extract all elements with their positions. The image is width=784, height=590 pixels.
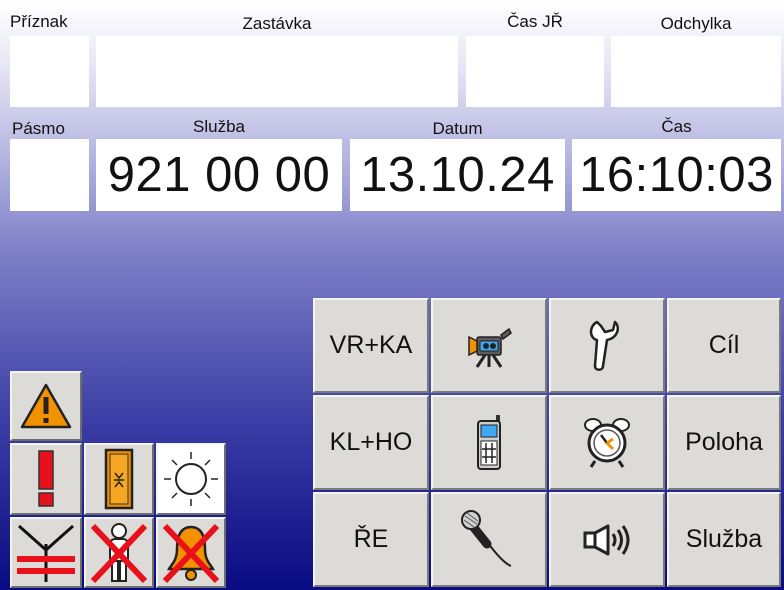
door-icon <box>104 448 134 510</box>
alarm-clock-button[interactable] <box>549 395 665 490</box>
pasmo-label: Pásmo <box>12 119 65 138</box>
zastavka-field <box>96 36 458 107</box>
antenna-crossed-icon <box>17 524 75 582</box>
mobile-phone-icon <box>477 414 501 470</box>
wrench-icon <box>589 320 619 371</box>
kl-ho-button[interactable]: KL+HO <box>313 395 429 490</box>
cas-jr-label: Čas JŘ <box>507 12 563 31</box>
sluzba-label: Služba <box>193 117 245 136</box>
speaker-icon <box>583 524 630 555</box>
priznak-field <box>10 36 89 107</box>
passenger-crossed-icon <box>90 522 148 583</box>
odchylka-label: Odchylka <box>660 14 732 33</box>
antenna-off-button[interactable] <box>10 517 82 588</box>
wrench-button[interactable] <box>549 298 665 393</box>
cas-jr-field <box>466 36 604 107</box>
bell-crossed-icon <box>162 523 220 583</box>
odchylka-field <box>611 36 781 107</box>
exclamation-button[interactable] <box>10 443 82 515</box>
phone-button[interactable] <box>431 395 547 490</box>
microphone-icon <box>461 509 512 567</box>
pasmo-field <box>10 139 89 211</box>
warning-button[interactable] <box>10 371 82 441</box>
alarm-clock-icon <box>584 417 630 468</box>
brightness-button[interactable] <box>156 443 226 515</box>
video-camera-icon <box>468 327 512 368</box>
cil-button[interactable]: Cíl <box>667 298 781 393</box>
speaker-button[interactable] <box>549 492 665 587</box>
cas-value: 16:10:03 <box>572 139 781 211</box>
door-button[interactable] <box>84 443 154 515</box>
cas-label: Čas <box>661 117 692 136</box>
sluzba-value: 921 00 00 <box>96 139 342 211</box>
bell-off-button[interactable] <box>156 517 226 588</box>
vr-ka-button[interactable]: VR+KA <box>313 298 429 393</box>
datum-label: Datum <box>432 119 483 138</box>
poloha-button[interactable]: Poloha <box>667 395 781 490</box>
sun-icon <box>164 452 218 506</box>
warning-triangle-icon <box>20 383 72 429</box>
datum-value: 13.10.24 <box>350 139 565 211</box>
re-button[interactable]: ŘE <box>313 492 429 587</box>
sluzba-button[interactable]: Služba <box>667 492 781 587</box>
zastavka-label: Zastávka <box>242 14 312 33</box>
exclamation-icon <box>38 450 54 507</box>
priznak-label: Příznak <box>10 12 68 31</box>
microphone-button[interactable] <box>431 492 547 587</box>
camera-button[interactable] <box>431 298 547 393</box>
passenger-off-button[interactable] <box>84 517 154 588</box>
